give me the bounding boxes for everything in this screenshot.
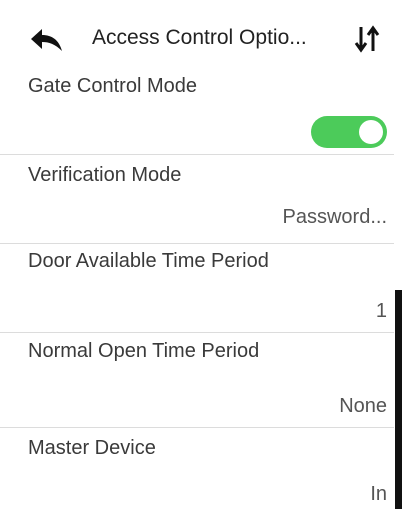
- setting-label: Door Available Time Period: [28, 250, 269, 272]
- toggle-knob: [359, 120, 383, 144]
- setting-value: None: [339, 395, 387, 417]
- setting-row-gate-control-mode[interactable]: Gate Control Mode: [0, 66, 394, 155]
- setting-label: Normal Open Time Period: [28, 340, 260, 362]
- setting-value: In: [370, 483, 387, 505]
- back-arrow-icon[interactable]: [30, 27, 64, 53]
- setting-label: Verification Mode: [28, 164, 182, 186]
- page-title: Access Control Optio...: [92, 26, 307, 49]
- header-bar: Access Control Optio...: [0, 0, 402, 66]
- scrollbar-thumb[interactable]: [395, 290, 402, 509]
- setting-value: Password...: [282, 206, 387, 228]
- setting-row-door-available-time-period[interactable]: Door Available Time Period 1: [0, 244, 394, 333]
- setting-row-verification-mode[interactable]: Verification Mode Password...: [0, 155, 394, 244]
- gate-control-toggle[interactable]: [311, 116, 387, 148]
- settings-list: Gate Control Mode Verification Mode Pass…: [0, 66, 402, 509]
- scrollbar[interactable]: [394, 66, 402, 509]
- setting-label: Master Device: [28, 437, 156, 459]
- setting-row-master-device[interactable]: Master Device In: [0, 427, 394, 509]
- setting-value: 1: [375, 300, 387, 322]
- sort-arrows-icon[interactable]: [354, 24, 380, 54]
- setting-row-normal-open-time-period[interactable]: Normal Open Time Period None: [0, 339, 394, 428]
- setting-label: Gate Control Mode: [28, 75, 197, 97]
